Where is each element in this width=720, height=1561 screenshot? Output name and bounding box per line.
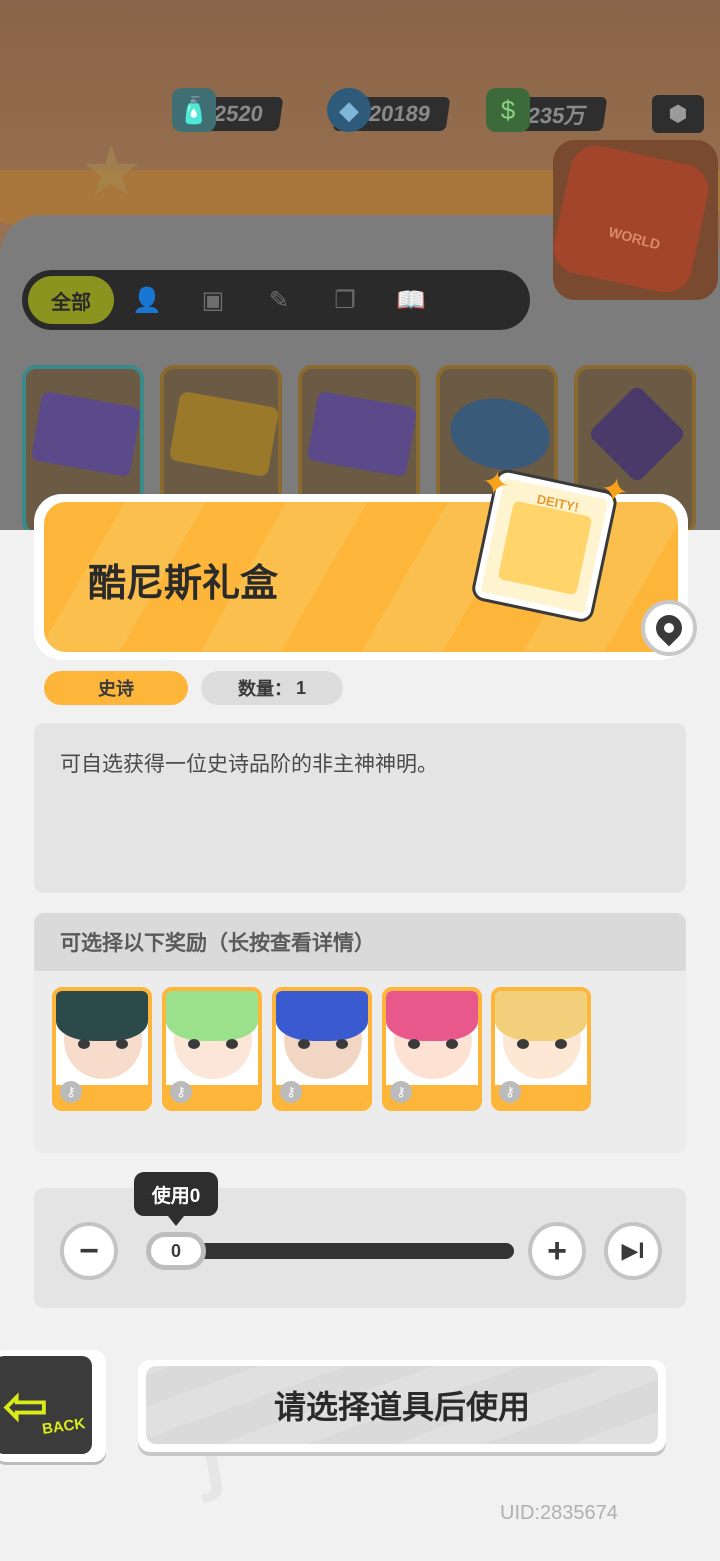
slider-value: 0	[170, 1240, 181, 1261]
tab-label: 全部	[51, 291, 91, 314]
tab-all[interactable]: 全部	[28, 276, 114, 324]
use-item-button[interactable]: 请选择道具后使用	[146, 1366, 658, 1444]
reward-hero-2[interactable]: ⚷	[162, 987, 262, 1111]
reward-hero-3[interactable]: ⚷	[272, 987, 372, 1111]
hero-hair	[276, 991, 368, 1041]
currency-value: 235万	[526, 103, 589, 128]
quantity-value: 1	[295, 677, 306, 698]
tab-tickets[interactable]: ✎	[246, 276, 312, 324]
use-count-tooltip: 使用0	[134, 1172, 218, 1226]
increase-button[interactable]: +	[528, 1222, 586, 1280]
diamond-icon: ◆	[327, 88, 371, 132]
quantity-badge: 数量： 1	[201, 671, 343, 705]
bag-icon	[553, 140, 713, 298]
quantity-label: 数量：	[237, 679, 292, 699]
currency-diamond[interactable]: ◆ 20189	[327, 88, 451, 134]
back-button[interactable]: ⇦ BACK	[0, 1350, 106, 1462]
ticket-icon	[30, 390, 142, 478]
hero-hair	[56, 991, 148, 1041]
hero-eyes	[517, 1039, 567, 1049]
person-icon: 👤	[132, 286, 162, 314]
cards-icon: ❐	[334, 286, 356, 314]
hero-eyes	[298, 1039, 348, 1049]
currency-value: 20189	[367, 101, 433, 126]
item-name: 酷尼斯礼盒	[88, 563, 279, 605]
decrease-button[interactable]: −	[60, 1222, 118, 1280]
ticket-icon: ✎	[268, 286, 290, 314]
box-window	[497, 500, 593, 596]
hero-hair	[495, 991, 587, 1041]
reward-hero-5[interactable]: ⚷	[491, 987, 591, 1111]
user-id: UID:2835674	[500, 1502, 618, 1524]
shop-icon: ⬢	[668, 101, 688, 126]
key-icon: ⚷	[390, 1081, 412, 1103]
ticket-icon	[306, 390, 418, 478]
rarity-badge: 史诗	[44, 671, 188, 705]
world-bag-button[interactable]: WORLD	[553, 140, 718, 300]
key-icon: ⚷	[499, 1081, 521, 1103]
location-pin-icon	[650, 609, 688, 647]
hero-hair	[386, 991, 478, 1041]
hero-eyes	[408, 1039, 458, 1049]
hero-eyes	[78, 1039, 128, 1049]
hero-eyes	[188, 1039, 238, 1049]
item-description: 可自选获得一位史诗品阶的非主神神明。	[60, 753, 438, 776]
shop-button[interactable]: ⬢	[652, 95, 704, 133]
currency-spray[interactable]: 🧴 2520	[172, 88, 284, 134]
currency-value: 2520	[212, 101, 265, 126]
category-filter-bar: 全部 👤 ▣ ✎ ❐ 📖	[22, 270, 530, 330]
reward-hero-1[interactable]: ⚷	[52, 987, 152, 1111]
rewards-title: 可选择以下奖励（长按查看详情）	[34, 913, 686, 971]
slider-thumb[interactable]: 0	[146, 1232, 206, 1270]
hero-hair	[166, 991, 258, 1041]
key-icon: ⚷	[60, 1081, 82, 1103]
box-icon: ▣	[201, 286, 225, 314]
tab-characters[interactable]: 👤	[114, 276, 180, 324]
star-decoration: ★	[80, 132, 143, 210]
back-button-face: ⇦ BACK	[0, 1356, 92, 1454]
key-icon: ⚷	[170, 1081, 192, 1103]
max-button[interactable]: ▶I	[604, 1222, 662, 1280]
plus-icon: +	[547, 1231, 567, 1270]
tab-books[interactable]: 📖	[378, 276, 444, 324]
spray-can-icon: 🧴	[172, 88, 216, 132]
ticket-icon	[168, 390, 280, 478]
minus-icon: −	[79, 1231, 99, 1270]
reward-hero-4[interactable]: ⚷	[382, 987, 482, 1111]
currency-cash[interactable]: $ 235万	[486, 88, 608, 134]
tab-boxes[interactable]: ▣	[180, 276, 246, 324]
key-icon: ⚷	[280, 1081, 302, 1103]
leaf-icon	[587, 384, 687, 484]
tab-cards[interactable]: ❐	[312, 276, 378, 324]
book-icon: 📖	[396, 286, 426, 314]
locate-button[interactable]	[641, 600, 697, 656]
skip-to-end-icon: ▶I	[621, 1238, 645, 1263]
cash-icon: $	[486, 88, 530, 132]
